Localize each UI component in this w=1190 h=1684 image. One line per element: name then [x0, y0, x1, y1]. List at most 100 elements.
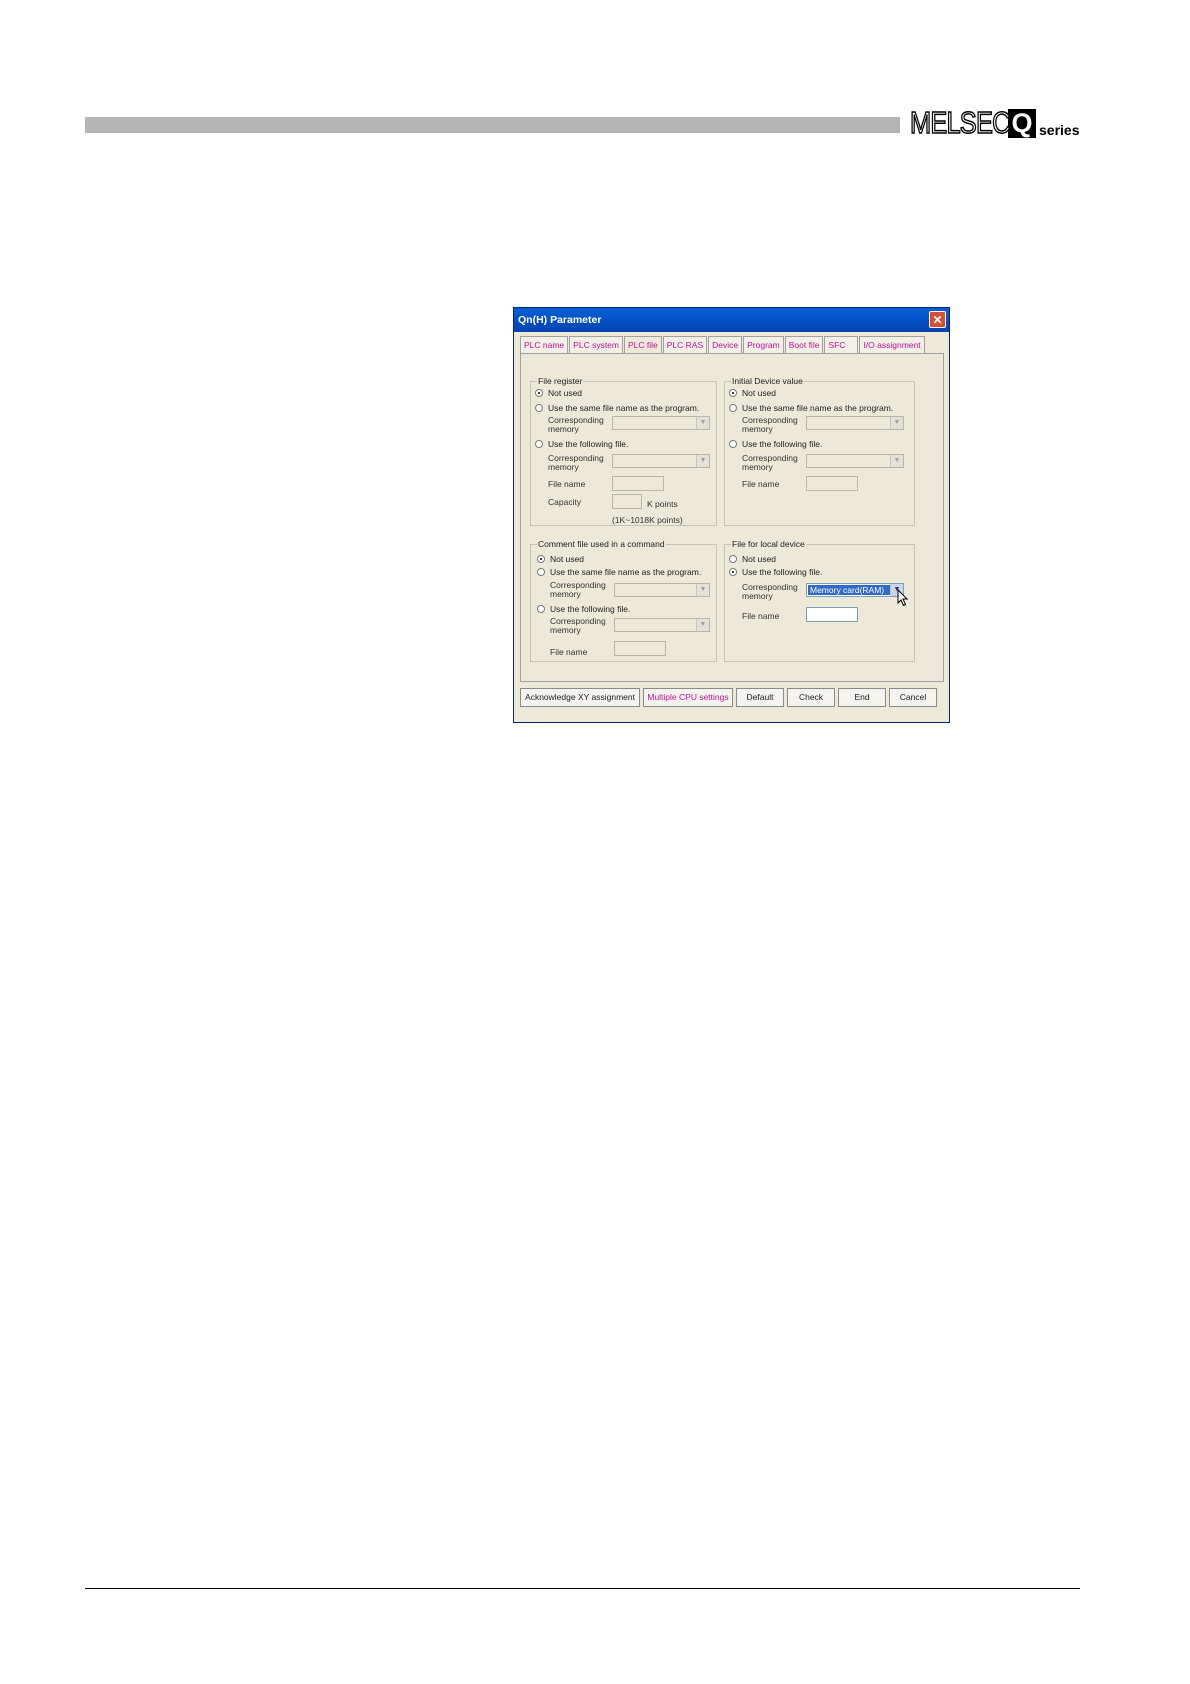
capacity-input[interactable]: [612, 494, 642, 509]
dialog-title: Qn(H) Parameter: [518, 314, 602, 326]
tab-strip: PLC name PLC system PLC file PLC RAS Dev…: [520, 336, 926, 353]
cancel-button[interactable]: Cancel: [889, 688, 937, 707]
chevron-down-icon[interactable]: ▼: [696, 619, 709, 631]
file-name-input[interactable]: [806, 476, 858, 491]
group-title: File register: [537, 375, 584, 387]
radio-not-used[interactable]: Not used: [729, 388, 776, 398]
tab-plc-name[interactable]: PLC name: [520, 336, 569, 353]
group-title: Initial Device value: [731, 375, 804, 387]
tab-program[interactable]: Program: [743, 336, 784, 353]
footer-rule: [85, 1588, 1080, 1589]
end-button[interactable]: End: [838, 688, 886, 707]
group-title: File for local device: [731, 538, 806, 550]
radio-same-name[interactable]: Use the same file name as the program.: [535, 403, 699, 413]
check-button[interactable]: Check: [787, 688, 835, 707]
radio-button[interactable]: [729, 568, 737, 576]
chevron-down-icon[interactable]: ▼: [890, 455, 903, 467]
radio-button[interactable]: [537, 568, 545, 576]
memory-select[interactable]: ▼: [806, 454, 904, 468]
radio-button[interactable]: [537, 555, 545, 563]
memory-select[interactable]: ▼: [614, 583, 710, 597]
radio-button[interactable]: [535, 389, 543, 397]
logo-series: series: [1039, 122, 1080, 138]
plc-file-panel: File register Not used Use the same file…: [520, 353, 944, 682]
memory-select[interactable]: ▼: [806, 416, 904, 430]
close-icon[interactable]: ✕: [929, 311, 946, 328]
memory-select[interactable]: ▼: [612, 454, 710, 468]
radio-button[interactable]: [535, 404, 543, 412]
file-name-input[interactable]: [806, 607, 858, 622]
multiple-cpu-settings-button[interactable]: Multiple CPU settings: [643, 688, 733, 707]
header-bar: [85, 117, 900, 133]
radio-label: Not used: [548, 388, 583, 398]
tab-io-assignment[interactable]: I/O assignment: [859, 336, 925, 353]
radio-following-file[interactable]: Use the following file.: [535, 439, 628, 449]
acknowledge-xy-assignment-button[interactable]: Acknowledge XY assignment: [520, 688, 640, 707]
memory-select[interactable]: Memory card(RAM) ▼: [806, 583, 904, 597]
corresponding-memory-label: Corresponding memory: [548, 415, 604, 434]
file-name-label: File name: [742, 611, 780, 621]
memory-select[interactable]: ▼: [612, 416, 710, 430]
radio-label: Use the following file.: [548, 439, 629, 449]
chevron-down-icon[interactable]: ▼: [696, 584, 709, 596]
radio-not-used[interactable]: Not used: [729, 554, 776, 564]
chevron-down-icon[interactable]: ▼: [696, 455, 709, 467]
file-name-input[interactable]: [612, 476, 664, 491]
radio-label: Use the same file name as the program.: [548, 403, 700, 413]
capacity-label: Capacity: [548, 497, 582, 507]
button-bar: Acknowledge XY assignment Multiple CPU s…: [520, 688, 944, 707]
corresponding-memory-label: Corresponding memory: [742, 415, 798, 434]
tab-plc-ras[interactable]: PLC RAS: [662, 336, 708, 353]
chevron-down-icon[interactable]: ▼: [890, 417, 903, 429]
local-device-file-group: File for local device Not used Use the f…: [724, 538, 915, 662]
tab-device[interactable]: Device: [708, 336, 743, 353]
memory-select[interactable]: ▼: [614, 618, 710, 632]
radio-not-used[interactable]: Not used: [535, 388, 582, 398]
file-name-label: File name: [548, 479, 586, 489]
logo-brand: MELSEC: [909, 105, 1011, 140]
radio-label: Use the following file.: [550, 604, 631, 614]
radio-following-file[interactable]: Use the following file.: [537, 604, 630, 614]
initial-device-value-group: Initial Device value Not used Use the sa…: [724, 375, 915, 526]
corresponding-memory-label: Corresponding memory: [548, 453, 604, 472]
corresponding-memory-label: Corresponding memory: [742, 453, 798, 472]
tab-sfc[interactable]: SFC: [824, 336, 859, 353]
radio-label: Use the following file.: [742, 567, 823, 577]
radio-label: Use the same file name as the program.: [742, 403, 894, 413]
mouse-pointer-icon: [897, 589, 909, 607]
radio-label: Not used: [742, 554, 777, 564]
chevron-down-icon[interactable]: ▼: [696, 417, 709, 429]
tab-boot-file[interactable]: Boot file: [784, 336, 824, 353]
file-name-label: File name: [550, 647, 588, 657]
radio-same-name[interactable]: Use the same file name as the program.: [729, 403, 893, 413]
radio-label: Use the same file name as the program.: [550, 567, 702, 577]
radio-button[interactable]: [729, 440, 737, 448]
radio-following-file[interactable]: Use the following file.: [729, 439, 822, 449]
tab-plc-system[interactable]: PLC system: [569, 336, 623, 353]
radio-button[interactable]: [535, 440, 543, 448]
radio-not-used[interactable]: Not used: [537, 554, 584, 564]
k-points-label: K points: [647, 499, 678, 509]
corresponding-memory-label: Corresponding memory: [550, 580, 606, 599]
dialog-titlebar: Qn(H) Parameter ✕: [514, 308, 949, 332]
radio-button[interactable]: [537, 605, 545, 613]
radio-button[interactable]: [729, 404, 737, 412]
corresponding-memory-label: Corresponding memory: [550, 616, 606, 635]
radio-label: Use the following file.: [742, 439, 823, 449]
tab-plc-file[interactable]: PLC file: [624, 336, 662, 353]
comment-file-group: Comment file used in a command Not used …: [530, 538, 717, 662]
logo-q: Q: [1008, 109, 1036, 138]
melsec-q-series-logo: MELSEC Q series: [909, 104, 1080, 140]
file-register-group: File register Not used Use the same file…: [530, 375, 717, 526]
radio-label: Not used: [550, 554, 585, 564]
radio-following-file[interactable]: Use the following file.: [729, 567, 822, 577]
radio-button[interactable]: [729, 555, 737, 563]
default-button[interactable]: Default: [736, 688, 784, 707]
group-title: Comment file used in a command: [537, 538, 666, 550]
radio-label: Not used: [742, 388, 777, 398]
qn-parameter-dialog: Qn(H) Parameter ✕ PLC name PLC system PL…: [513, 307, 950, 723]
file-name-label: File name: [742, 479, 780, 489]
file-name-input[interactable]: [614, 641, 666, 656]
radio-same-name[interactable]: Use the same file name as the program.: [537, 567, 701, 577]
radio-button[interactable]: [729, 389, 737, 397]
